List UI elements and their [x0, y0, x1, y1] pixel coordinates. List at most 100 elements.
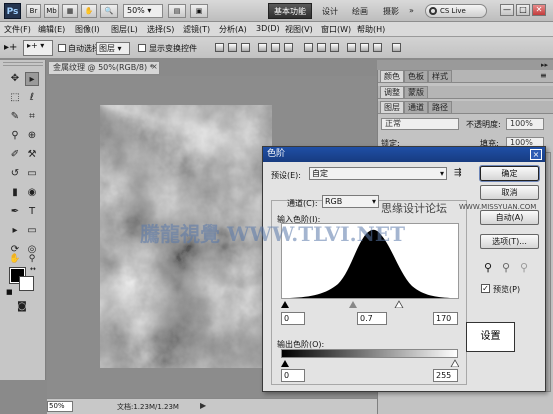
- menu-help[interactable]: 帮助(H): [357, 24, 385, 35]
- menu-filter[interactable]: 滤镜(T): [183, 24, 210, 35]
- white-eyedropper-icon[interactable]: ⚲: [520, 261, 528, 274]
- align-top-icon[interactable]: [215, 43, 224, 52]
- black-eyedropper-icon[interactable]: ⚲: [484, 261, 492, 274]
- workspace-essentials[interactable]: 基本功能: [268, 3, 312, 19]
- path-select-tool-icon[interactable]: ▸: [8, 224, 22, 238]
- distribute-left-icon[interactable]: [347, 43, 356, 52]
- input-gamma-slider[interactable]: [349, 301, 357, 308]
- tab-styles[interactable]: 样式: [428, 70, 452, 82]
- status-menu-arrow-icon[interactable]: ▶: [200, 401, 206, 410]
- tab-adjustments[interactable]: 调整: [380, 86, 404, 98]
- tab-swatches[interactable]: 色板: [404, 70, 428, 82]
- align-left-icon[interactable]: [258, 43, 267, 52]
- auto-align-icon[interactable]: [392, 43, 401, 52]
- output-black-field[interactable]: 0: [281, 369, 305, 382]
- toolbox-grip[interactable]: [3, 62, 43, 66]
- lasso-tool-icon[interactable]: ℓ: [25, 91, 39, 105]
- preview-checkbox[interactable]: ✓: [481, 284, 490, 293]
- cancel-button[interactable]: 取消: [480, 185, 539, 200]
- bridge-icon[interactable]: Br: [26, 4, 41, 18]
- channel-dropdown[interactable]: RGB ▾: [322, 195, 379, 208]
- tab-masks[interactable]: 蒙版: [404, 86, 428, 98]
- maximize-button[interactable]: □: [516, 4, 530, 16]
- output-black-slider[interactable]: [281, 360, 289, 367]
- auto-button[interactable]: 自动(A): [480, 210, 539, 225]
- tab-layers[interactable]: 图层: [380, 101, 404, 113]
- opacity-field[interactable]: 100%: [506, 118, 544, 130]
- tool-preset-picker[interactable]: ▸+ ▾: [23, 40, 53, 56]
- pen-tool-icon[interactable]: ✒: [8, 205, 22, 219]
- gray-eyedropper-icon[interactable]: ⚲: [502, 261, 510, 274]
- menu-select[interactable]: 选择(S): [147, 24, 174, 35]
- view-extras-icon[interactable]: ▦: [62, 4, 78, 18]
- auto-select-dropdown[interactable]: 图层 ▾: [96, 42, 130, 55]
- tab-color[interactable]: 颜色: [380, 70, 404, 82]
- menu-3d[interactable]: 3D(D): [256, 24, 280, 33]
- auto-select-checkbox[interactable]: [58, 44, 66, 52]
- panel-dock-header[interactable]: [377, 60, 553, 70]
- ok-button[interactable]: 确定: [479, 165, 540, 182]
- quick-select-tool-icon[interactable]: ✎: [8, 110, 22, 124]
- workspace-design[interactable]: 设计: [322, 6, 338, 17]
- crop-tool-icon[interactable]: ⌗: [25, 110, 39, 124]
- align-hcenter-icon[interactable]: [271, 43, 280, 52]
- screen-mode-icon[interactable]: ▣: [190, 4, 208, 18]
- healing-tool-icon[interactable]: ⊕: [25, 129, 39, 143]
- eyedropper-tool-icon[interactable]: ⚲: [8, 129, 22, 143]
- input-white-field[interactable]: 170: [433, 312, 458, 325]
- close-window-button[interactable]: ✕: [532, 4, 546, 16]
- align-vcenter-icon[interactable]: [228, 43, 237, 52]
- input-gamma-field[interactable]: 0.7: [357, 312, 387, 325]
- distribute-vcenter-icon[interactable]: [317, 43, 326, 52]
- minimize-button[interactable]: —: [500, 4, 514, 16]
- blend-mode-dropdown[interactable]: 正常: [381, 118, 459, 130]
- menu-layer[interactable]: 图层(L): [111, 24, 138, 35]
- background-color-swatch[interactable]: [19, 276, 34, 291]
- blur-tool-icon[interactable]: ◉: [25, 186, 39, 200]
- gradient-tool-icon[interactable]: ▮: [8, 186, 22, 200]
- document-tab[interactable]: 金属纹理 @ 50%(RGB/8) *: [48, 61, 160, 75]
- preset-options-icon[interactable]: ⇶: [454, 168, 462, 178]
- show-transform-checkbox[interactable]: [138, 44, 146, 52]
- minibridge-icon[interactable]: Mb: [44, 4, 59, 18]
- menu-file[interactable]: 文件(F): [4, 24, 31, 35]
- distribute-hcenter-icon[interactable]: [360, 43, 369, 52]
- menu-view[interactable]: 视图(V): [285, 24, 313, 35]
- more-workspaces-icon[interactable]: »: [409, 6, 414, 15]
- marquee-tool-icon[interactable]: ⬚: [8, 91, 22, 105]
- shape-tool-icon[interactable]: ▭: [25, 224, 39, 238]
- menu-window[interactable]: 窗口(W): [321, 24, 351, 35]
- options-button[interactable]: 选项(T)...: [480, 234, 539, 249]
- swap-colors-icon[interactable]: ↔: [30, 265, 36, 273]
- zoom-tool-icon[interactable]: 🔍: [100, 4, 118, 18]
- zoom-tool-icon[interactable]: ⚲: [25, 252, 39, 266]
- tab-channels[interactable]: 通道: [404, 101, 428, 113]
- status-zoom-field[interactable]: 50%: [47, 401, 73, 412]
- output-white-field[interactable]: 255: [433, 369, 458, 382]
- history-brush-tool-icon[interactable]: ↺: [8, 167, 22, 181]
- panel-menu-icon[interactable]: ≡: [540, 71, 547, 80]
- distribute-top-icon[interactable]: [304, 43, 313, 52]
- levels-close-icon[interactable]: ×: [530, 149, 542, 160]
- workspace-photography[interactable]: 摄影: [383, 6, 399, 17]
- selected-move-tool-icon[interactable]: ▸: [25, 72, 39, 86]
- hand-tool-icon[interactable]: ✋: [81, 4, 97, 18]
- brush-tool-icon[interactable]: ✐: [8, 148, 22, 162]
- workspace-painting[interactable]: 绘画: [352, 6, 368, 17]
- zoom-level-select[interactable]: 50% ▾: [123, 4, 163, 18]
- arrange-documents-icon[interactable]: ▤: [168, 4, 186, 18]
- preset-dropdown[interactable]: 自定 ▾: [309, 167, 447, 180]
- input-black-slider[interactable]: [281, 301, 289, 308]
- align-bottom-icon[interactable]: [241, 43, 250, 52]
- hand-tool-icon[interactable]: ✋: [8, 252, 22, 266]
- align-right-icon[interactable]: [284, 43, 293, 52]
- distribute-right-icon[interactable]: [373, 43, 382, 52]
- menu-image[interactable]: 图像(I): [75, 24, 100, 35]
- output-white-slider[interactable]: [450, 359, 460, 368]
- menu-analysis[interactable]: 分析(A): [219, 24, 247, 35]
- levels-dialog-title[interactable]: 色阶: [263, 147, 545, 162]
- distribute-bottom-icon[interactable]: [330, 43, 339, 52]
- document-tab-close-icon[interactable]: ×: [151, 62, 158, 71]
- input-black-field[interactable]: 0: [281, 312, 305, 325]
- eraser-tool-icon[interactable]: ▭: [25, 167, 39, 181]
